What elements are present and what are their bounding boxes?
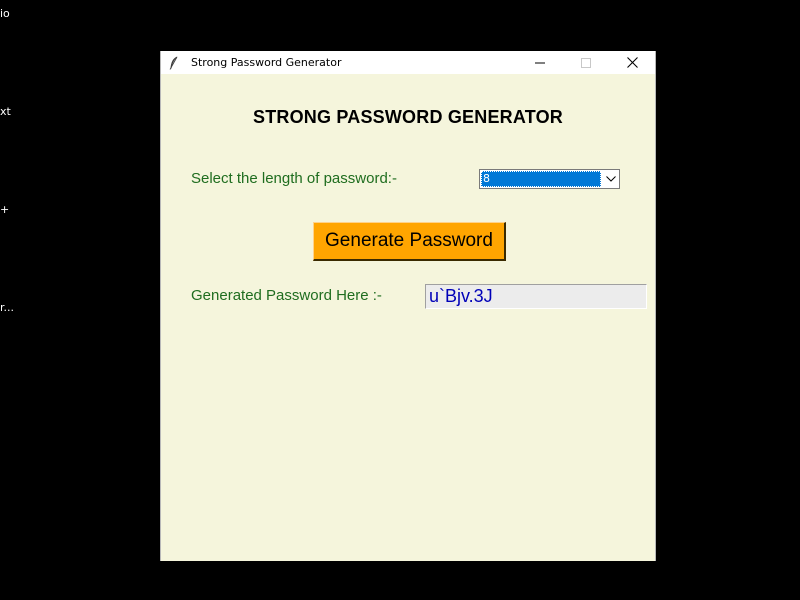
length-select[interactable]: 8	[479, 169, 620, 189]
minimize-button[interactable]	[517, 51, 563, 74]
minimize-icon	[535, 62, 545, 63]
close-icon	[626, 57, 638, 68]
desktop-icon-label[interactable]: r...	[0, 301, 14, 314]
feather-icon	[167, 55, 181, 71]
generate-password-button[interactable]: Generate Password	[313, 222, 506, 261]
desktop-icon-label[interactable]: xt	[0, 105, 11, 118]
length-select-value[interactable]: 8	[481, 171, 601, 187]
window-title: Strong Password Generator	[191, 56, 342, 69]
output-label: Generated Password Here :-	[191, 287, 382, 304]
app-window: Strong Password Generator STRONG PASSWOR…	[160, 51, 656, 561]
close-button[interactable]	[609, 51, 655, 74]
password-output-field[interactable]: u`Bjv.3J	[425, 284, 647, 309]
chevron-down-icon[interactable]	[602, 170, 619, 188]
title-bar[interactable]: Strong Password Generator	[161, 51, 655, 74]
desktop-icon-label[interactable]: io	[0, 7, 10, 20]
length-label: Select the length of password:-	[191, 170, 397, 187]
maximize-button[interactable]	[563, 51, 609, 74]
desktop-icon-label[interactable]: +	[0, 203, 9, 216]
maximize-icon	[581, 57, 591, 68]
page-title: STRONG PASSWORD GENERATOR	[252, 107, 563, 127]
